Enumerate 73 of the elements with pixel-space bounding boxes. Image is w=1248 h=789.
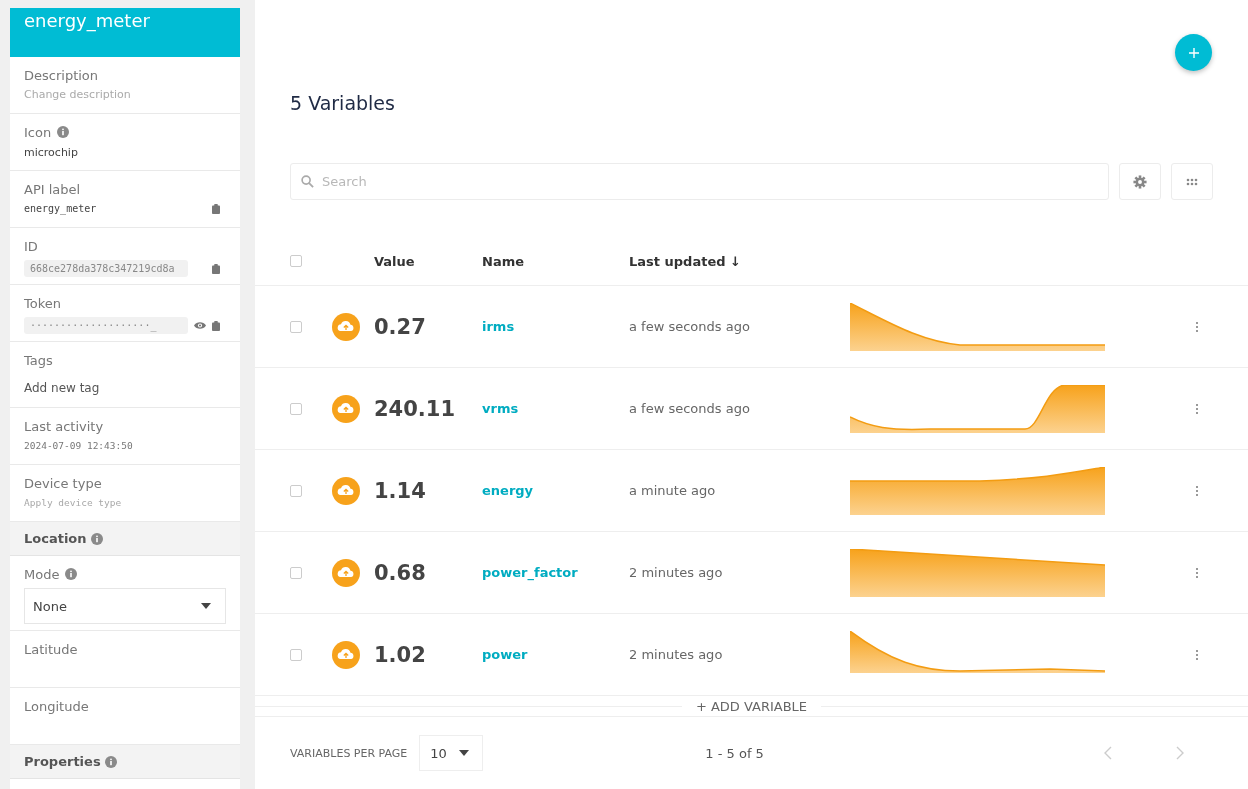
tag-field[interactable]: Add new tag [24,381,226,395]
per-page-dropdown[interactable]: 10 [419,735,484,771]
select-all-checkbox[interactable] [290,255,302,267]
add-button[interactable] [1175,34,1212,71]
settings-button[interactable] [1119,163,1161,200]
variable-value: 0.68 [374,560,427,585]
more-options-icon[interactable] [1195,566,1199,579]
cloud-upload-icon [332,558,360,587]
variable-value: 1.02 [374,642,427,667]
next-page-icon[interactable] [1175,746,1184,760]
row-checkbox[interactable] [290,402,302,415]
field-label: API label [24,181,81,197]
field-label: Latitude [24,641,78,657]
field-label: Longitude [24,698,89,714]
eye-icon[interactable] [194,321,206,330]
field-value: ····················_ [24,317,188,334]
info-icon[interactable] [65,568,78,580]
clipboard-icon[interactable] [212,263,220,274]
field-label: ID [24,238,38,254]
gear-icon [1133,174,1147,189]
column-header[interactable]: Name [482,253,629,269]
row-checkbox[interactable] [290,484,302,497]
more-options-icon[interactable] [1195,320,1199,333]
row-checkbox[interactable] [290,648,302,661]
last-updated-text: a few seconds ago [629,319,751,334]
more-options-icon[interactable] [1195,402,1199,415]
field-label: Description [24,67,99,83]
field-value: 668ce278da378c347219cd8a [24,260,188,277]
last-updated-text: 2 minutes ago [629,647,724,662]
caret-icon [201,603,211,609]
cloud-upload-icon [332,640,360,669]
field-value: microchip [24,146,79,159]
field-label: Device type [24,475,102,491]
section-title: Properties [24,754,101,769]
page-range-text: 1 - 5 of 5 [705,745,764,761]
info-icon[interactable] [90,532,103,545]
info-icon[interactable] [104,755,117,768]
more-options-icon[interactable] [1195,648,1199,661]
field-label: Tags [24,352,53,368]
field-label: Token [24,295,61,311]
grid-icon [1186,177,1198,186]
last-updated-text: 2 minutes ago [629,565,724,580]
field-value: energy_meter [24,203,98,214]
previous-page-icon[interactable] [1103,746,1112,760]
cloud-upload-icon [332,312,360,341]
search-field[interactable]: Search [290,163,1109,200]
clipboard-icon[interactable] [212,203,220,214]
column-header[interactable]: Value [374,253,482,269]
field-label: Icon [24,124,52,140]
field-label: Last activity [24,418,104,434]
last-updated-text: a minute ago [629,483,717,498]
field-label: Mode [24,566,60,582]
plus-icon [1187,46,1200,59]
variable-value: 0.27 [374,314,427,339]
cloud-upload-icon [332,394,360,423]
section-title: Location [24,531,87,546]
cloud-upload-icon [332,476,360,505]
variable-value: 1.14 [374,478,427,503]
page-title: 5 Variables [290,91,396,115]
clipboard-icon[interactable] [212,320,220,331]
variable-value: 240.11 [374,396,457,421]
search-icon [301,175,314,188]
mode-dropdown[interactable]: None [24,588,226,624]
device-name: energy_meter [24,9,151,34]
row-checkbox[interactable] [290,566,302,579]
field-value: 2024-07-09 12:43:50 [24,440,134,451]
column-header[interactable]: Last updated ↓ [629,253,741,269]
last-updated-text: a few seconds ago [629,401,751,416]
info-icon[interactable] [57,126,70,138]
caret-icon [458,750,469,756]
more-options-icon[interactable] [1195,484,1199,497]
row-checkbox[interactable] [290,320,302,333]
per-page-label: VARIABLES PER PAGE [290,746,408,760]
